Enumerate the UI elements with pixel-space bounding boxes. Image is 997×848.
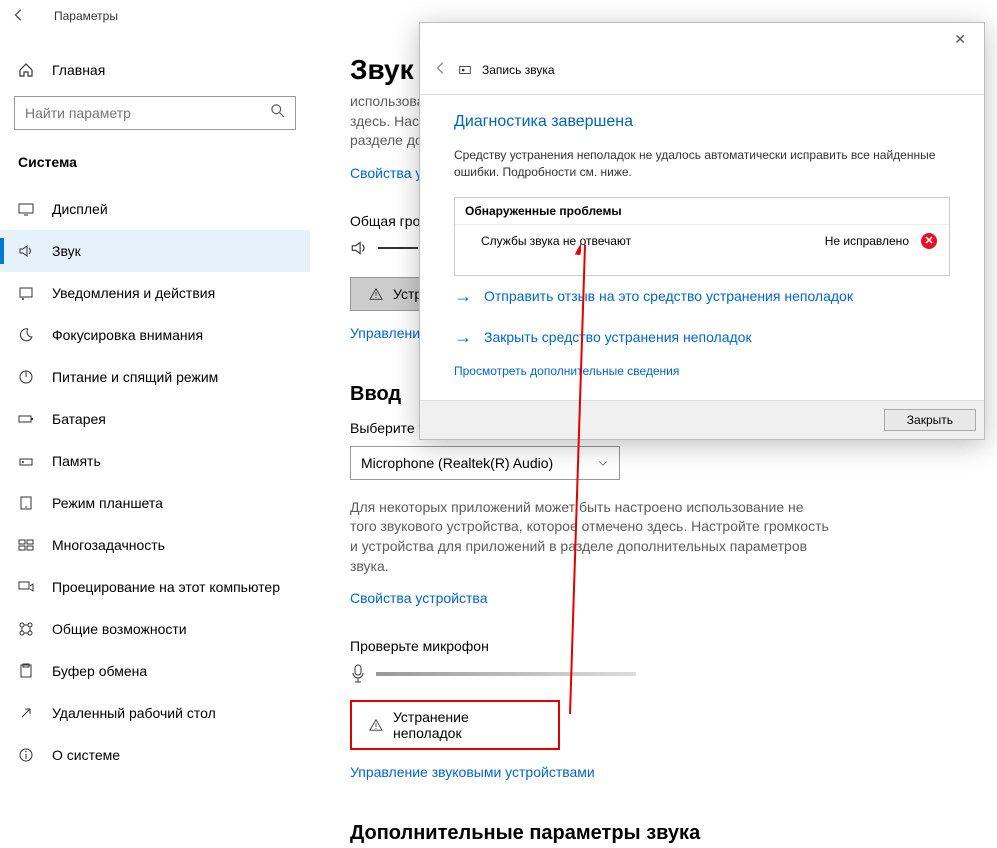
display-icon bbox=[18, 201, 34, 217]
troubleshooter-dialog: ✕ Запись звука Диагностика завершена Сре… bbox=[419, 22, 985, 440]
close-troubleshooter-link[interactable]: → Закрыть средство устранения неполадок bbox=[454, 317, 950, 358]
microphone-icon bbox=[350, 664, 366, 684]
problems-box: Обнаруженные проблемы Службы звука не от… bbox=[454, 197, 950, 276]
arrow-right-icon: → bbox=[454, 327, 472, 348]
power-icon bbox=[18, 369, 34, 385]
dialog-header-row: Запись звука bbox=[420, 55, 984, 95]
input-device-value: Microphone (Realtek(R) Audio) bbox=[361, 455, 553, 471]
mic-level bbox=[350, 664, 977, 684]
search-field[interactable] bbox=[25, 105, 271, 121]
sidebar: Главная Система Дисплей Звук Уведомления… bbox=[0, 32, 310, 848]
sidebar-item-label: О системе bbox=[52, 747, 120, 763]
dialog-titlebar: ✕ bbox=[420, 23, 984, 55]
sidebar-item-label: Фокусировка внимания bbox=[52, 327, 203, 343]
window-title: Параметры bbox=[54, 9, 118, 23]
diagnosis-text: Средству устранения неполадок не удалось… bbox=[454, 147, 950, 181]
device-properties-link-2[interactable]: Свойства устройства bbox=[350, 590, 488, 606]
dialog-footer: Закрыть bbox=[420, 400, 984, 439]
sidebar-item-label: Звук bbox=[52, 243, 81, 259]
tablet-icon bbox=[18, 495, 34, 511]
sidebar-item-display[interactable]: Дисплей bbox=[0, 188, 310, 230]
input-device-dropdown[interactable]: Microphone (Realtek(R) Audio) bbox=[350, 446, 620, 480]
moon-icon bbox=[18, 327, 34, 343]
storage-icon bbox=[18, 453, 34, 469]
error-icon: ✕ bbox=[921, 233, 937, 249]
sidebar-item-label: Уведомления и действия bbox=[52, 285, 215, 301]
recorder-icon bbox=[458, 63, 472, 77]
sidebar-item-storage[interactable]: Память bbox=[0, 440, 310, 482]
info-icon bbox=[18, 747, 34, 763]
problems-title: Обнаруженные проблемы bbox=[455, 198, 949, 225]
diagnosis-heading: Диагностика завершена bbox=[454, 113, 950, 131]
mic-check-label: Проверьте микрофон bbox=[350, 638, 977, 654]
dialog-body: Диагностика завершена Средству устранени… bbox=[420, 95, 984, 394]
problem-status: Не исправлено bbox=[825, 234, 909, 248]
dialog-back-icon[interactable] bbox=[434, 61, 448, 78]
sidebar-item-label: Удаленный рабочий стол bbox=[52, 705, 216, 721]
advanced-heading: Дополнительные параметры звука bbox=[350, 822, 977, 845]
sidebar-item-label: Дисплей bbox=[52, 201, 108, 217]
view-details-link[interactable]: Просмотреть дополнительные сведения bbox=[454, 358, 950, 384]
input-description: Для некоторых приложений может быть наст… bbox=[350, 498, 830, 576]
speaker-icon bbox=[350, 239, 368, 257]
feedback-label: Отправить отзыв на это средство устранен… bbox=[484, 288, 853, 304]
sidebar-item-power[interactable]: Питание и спящий режим bbox=[0, 356, 310, 398]
chevron-down-icon bbox=[597, 457, 609, 469]
remote-icon bbox=[18, 705, 34, 721]
sidebar-item-label: Режим планшета bbox=[52, 495, 163, 511]
sidebar-item-label: Многозадачность bbox=[52, 537, 165, 553]
sidebar-item-focus[interactable]: Фокусировка внимания bbox=[0, 314, 310, 356]
sidebar-item-shared[interactable]: Общие возможности bbox=[0, 608, 310, 650]
manage-devices-link[interactable]: Управлени bbox=[350, 325, 420, 341]
sidebar-item-label: Общие возможности bbox=[52, 621, 187, 637]
sidebar-item-projecting[interactable]: Проецирование на этот компьютер bbox=[0, 566, 310, 608]
device-properties-link[interactable]: Свойства у bbox=[350, 165, 422, 181]
warning-icon bbox=[369, 718, 383, 732]
sidebar-item-sound[interactable]: Звук bbox=[0, 230, 310, 272]
sidebar-item-label: Буфер обмена bbox=[52, 663, 147, 679]
troubleshoot-label: Устранение неполадок bbox=[393, 709, 541, 741]
search-icon bbox=[271, 104, 285, 123]
details-label: Просмотреть дополнительные сведения bbox=[454, 364, 679, 378]
share-icon bbox=[18, 621, 34, 637]
problem-text: Службы звука не отвечают bbox=[467, 234, 631, 248]
sidebar-item-label: Питание и спящий режим bbox=[52, 369, 218, 385]
arrow-right-icon: → bbox=[454, 286, 472, 307]
troubleshoot-input-button[interactable]: Устранение неполадок bbox=[350, 700, 560, 750]
project-icon bbox=[18, 579, 34, 595]
sidebar-home-label: Главная bbox=[52, 62, 105, 78]
sidebar-item-about[interactable]: О системе bbox=[0, 734, 310, 776]
clipboard-icon bbox=[18, 663, 34, 679]
dialog-close-x[interactable]: ✕ bbox=[944, 27, 976, 52]
manage-devices-link-2[interactable]: Управление звуковыми устройствами bbox=[350, 764, 595, 780]
send-feedback-link[interactable]: → Отправить отзыв на это средство устран… bbox=[454, 276, 950, 317]
warning-icon bbox=[369, 287, 383, 301]
notification-icon bbox=[18, 285, 34, 301]
back-icon[interactable] bbox=[12, 8, 26, 25]
problem-row[interactable]: Службы звука не отвечают Не исправлено ✕ bbox=[455, 225, 949, 275]
sidebar-item-label: Память bbox=[52, 453, 101, 469]
sidebar-item-remote[interactable]: Удаленный рабочий стол bbox=[0, 692, 310, 734]
troubleshoot-label: Устр bbox=[393, 286, 422, 302]
dialog-app-name: Запись звука bbox=[482, 63, 555, 77]
close-button[interactable]: Закрыть bbox=[884, 409, 976, 431]
close-ts-label: Закрыть средство устранения неполадок bbox=[484, 329, 752, 345]
sidebar-home[interactable]: Главная bbox=[0, 52, 310, 88]
home-icon bbox=[18, 62, 34, 78]
multitask-icon bbox=[18, 537, 34, 553]
sidebar-item-notifications[interactable]: Уведомления и действия bbox=[0, 272, 310, 314]
sidebar-item-tablet[interactable]: Режим планшета bbox=[0, 482, 310, 524]
sound-icon bbox=[18, 243, 34, 259]
sidebar-item-battery[interactable]: Батарея bbox=[0, 398, 310, 440]
search-input[interactable] bbox=[14, 96, 296, 130]
sidebar-item-label: Проецирование на этот компьютер bbox=[52, 579, 280, 595]
sidebar-item-clipboard[interactable]: Буфер обмена bbox=[0, 650, 310, 692]
battery-icon bbox=[18, 411, 34, 427]
settings-window: Параметры Главная Система Дисплей Звук У… bbox=[0, 0, 997, 848]
sidebar-section-title: Система bbox=[0, 148, 310, 188]
sidebar-item-label: Батарея bbox=[52, 411, 106, 427]
sidebar-item-multitasking[interactable]: Многозадачность bbox=[0, 524, 310, 566]
